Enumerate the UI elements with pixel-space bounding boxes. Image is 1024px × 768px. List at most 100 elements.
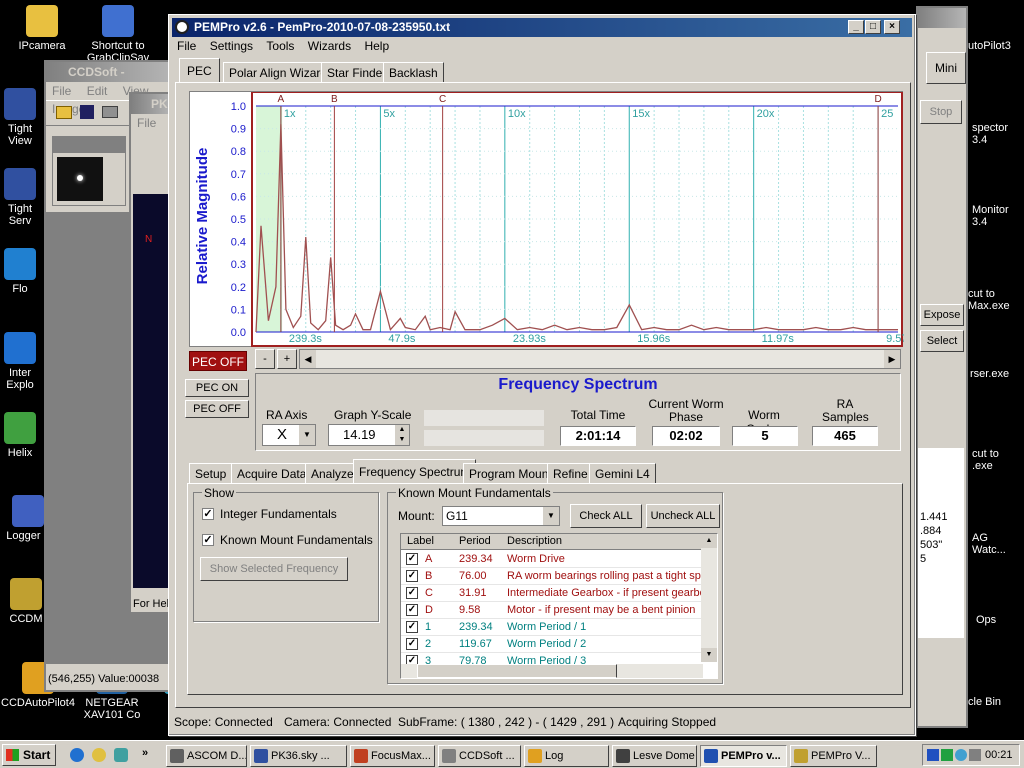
select-button[interactable]: Select xyxy=(920,330,964,352)
row-checkbox[interactable]: ✓ xyxy=(406,621,418,633)
desktop-icon[interactable]: Shortcut to GrabClipSav xyxy=(78,5,158,64)
spectrum-chart[interactable]: 0.0 0.1 0.2 0.3 0.4 0.5 0.6 0.7 0.8 0.9 1.0 A B C D 1x 5… xyxy=(190,92,904,348)
more-quicklaunch-icon[interactable]: » xyxy=(142,747,148,759)
ccdsoft-title[interactable]: CCDSoft - PemPro xyxy=(46,62,172,99)
spin-down-icon[interactable]: ▼ xyxy=(395,435,409,445)
header-description[interactable]: Description xyxy=(507,534,562,549)
close-button[interactable]: × xyxy=(884,20,900,34)
tray-icon-4[interactable] xyxy=(969,749,981,761)
show-selected-frequency-button[interactable]: Show Selected Frequency xyxy=(200,557,348,581)
row-checkbox[interactable]: ✓ xyxy=(406,553,418,565)
uncheck-all-button[interactable]: Uncheck ALL xyxy=(646,504,720,528)
list-item[interactable]: ✓ C 31.91 Intermediate Gearbox - if present… xyxy=(401,585,711,602)
tray-icon-1[interactable] xyxy=(927,749,939,761)
menu-file[interactable]: File xyxy=(177,39,196,53)
scroll-up-icon[interactable]: ▲ xyxy=(701,534,717,548)
menu-tools[interactable]: Tools xyxy=(266,39,294,53)
minimize-button[interactable]: _ xyxy=(848,20,864,34)
print-icon[interactable] xyxy=(102,106,118,118)
known-mount-fundamentals-label[interactable]: Known Mount Fundamentals xyxy=(220,533,373,547)
hscroll-thumb[interactable] xyxy=(417,664,617,678)
tab-frequency-spectrum[interactable]: Frequency Spectrum xyxy=(353,459,477,484)
tab-polar-align-wizard[interactable]: Polar Align Wizard xyxy=(223,62,334,83)
list-hscrollbar[interactable] xyxy=(401,664,703,678)
mini-button[interactable]: Mini xyxy=(926,52,966,84)
tab-acquire-data[interactable]: Acquire Data xyxy=(231,463,313,484)
ccdsoft-menu-file[interactable]: File xyxy=(52,84,71,98)
taskbar-button[interactable]: PK36.sky ... xyxy=(250,745,347,767)
tab-gemini-l4[interactable]: Gemini L4 xyxy=(589,463,656,484)
expose-button[interactable]: Expose xyxy=(920,304,964,326)
scroll-down-icon[interactable]: ▼ xyxy=(701,648,717,662)
tab-program-mount[interactable]: Program Mount xyxy=(463,463,558,484)
start-button[interactable]: Start xyxy=(2,744,56,766)
save-icon[interactable] xyxy=(80,105,94,119)
tab-backlash[interactable]: Backlash xyxy=(383,62,444,83)
graph-yscale-spin[interactable]: 14.19 ▲ ▼ xyxy=(328,424,410,446)
taskbar-button[interactable]: Log xyxy=(524,745,609,767)
menu-settings[interactable]: Settings xyxy=(210,39,253,53)
tab-star-finder[interactable]: Star Finder xyxy=(321,62,393,83)
app-quicklaunch-icon[interactable] xyxy=(114,748,128,762)
pk-window[interactable]: PK3 File N For Hel xyxy=(129,92,174,614)
taskbar-button[interactable]: CCDSoft ... xyxy=(438,745,521,767)
taskbar-button[interactable]: PEMPro v... xyxy=(700,745,787,767)
header-label[interactable]: Label xyxy=(407,534,434,549)
desktop-icon-label[interactable]: cle Bin xyxy=(968,696,1024,708)
taskbar-button[interactable]: PEMPro V... xyxy=(790,745,877,767)
scroll-plus-button[interactable]: + xyxy=(277,349,297,369)
scroll-minus-button[interactable]: - xyxy=(255,349,275,369)
scroll-left-icon[interactable]: ◀ xyxy=(300,350,316,368)
list-item[interactable]: ✓ 2 119.67 Worm Period / 2 xyxy=(401,636,701,653)
fundamentals-list[interactable]: Label Period Description ✓ A 239.34 Worm Dr… xyxy=(400,533,718,679)
right-window-title[interactable] xyxy=(918,8,966,28)
menu-wizards[interactable]: Wizards xyxy=(308,39,351,53)
pk-title[interactable]: PK3 xyxy=(131,94,174,114)
right-window-back[interactable]: Mini Stop Expose Select 1.441 .884 503" … xyxy=(916,6,968,728)
row-checkbox[interactable]: ✓ xyxy=(406,604,418,616)
desktop-icon-label[interactable]: Monitor 3.4 xyxy=(972,204,1024,228)
integer-fundamentals-checkbox[interactable]: ✓ xyxy=(202,508,214,520)
check-all-button[interactable]: Check ALL xyxy=(570,504,642,528)
tab-pec[interactable]: PEC xyxy=(179,58,220,83)
pk-menu-file[interactable]: File xyxy=(137,116,156,130)
ie-quicklaunch-icon[interactable] xyxy=(70,748,84,762)
tray-icon-3[interactable] xyxy=(955,749,967,761)
desktop-icon-label[interactable]: spector 3.4 xyxy=(972,122,1024,146)
row-checkbox[interactable]: ✓ xyxy=(406,587,418,599)
desktop-icon-label[interactable]: Ops xyxy=(976,614,1024,626)
ra-axis-select[interactable]: X ▼ xyxy=(262,424,316,446)
taskbar-button[interactable]: FocusMax... xyxy=(350,745,435,767)
taskbar-button[interactable]: Lesve Dome xyxy=(612,745,697,767)
safari-quicklaunch-icon[interactable] xyxy=(92,748,106,762)
row-checkbox[interactable]: ✓ xyxy=(406,638,418,650)
desktop-icon-label[interactable]: cut to Max.exe xyxy=(968,288,1024,312)
open-folder-icon[interactable] xyxy=(56,106,72,119)
spin-up-icon[interactable]: ▲ xyxy=(395,425,409,435)
clock[interactable]: 00:21 xyxy=(985,745,1013,765)
tab-refine[interactable]: Refine xyxy=(547,463,594,484)
list-item[interactable]: ✓ A 239.34 Worm Drive xyxy=(401,551,701,568)
tray-icon-2[interactable] xyxy=(941,749,953,761)
integer-fundamentals-label[interactable]: Integer Fundamentals xyxy=(220,507,337,521)
list-item[interactable]: ✓ 1 239.34 Worm Period / 1 xyxy=(401,619,701,636)
taskbar-button[interactable]: ASCOM D... xyxy=(166,745,247,767)
row-checkbox[interactable]: ✓ xyxy=(406,570,418,582)
chevron-down-icon[interactable]: ▼ xyxy=(299,425,315,445)
graph-yscale-value[interactable]: 14.19 xyxy=(343,427,376,442)
desktop-icon-label[interactable]: utoPilot3 xyxy=(968,40,1024,52)
header-period[interactable]: Period xyxy=(459,534,491,549)
desktop-icon[interactable]: IPcamera xyxy=(2,5,82,52)
tab-setup[interactable]: Setup xyxy=(189,463,233,484)
pec-on-button[interactable]: PEC ON xyxy=(185,379,249,397)
tab-analyze[interactable]: Analyze xyxy=(305,463,360,484)
desktop-icon-label[interactable]: cut to .exe xyxy=(972,448,1024,472)
mount-select[interactable]: G11 ▼ xyxy=(442,506,560,526)
desktop-icon-label[interactable]: AG Watc... xyxy=(972,532,1024,556)
list-item[interactable]: ✓ D 9.58 Motor - if present may be a bent p… xyxy=(401,602,701,619)
maximize-button[interactable]: □ xyxy=(865,20,881,34)
desktop-icon-label[interactable]: rser.exe xyxy=(970,368,1024,380)
pempro-title-bar[interactable]: PEMPro v2.6 - PemPro-2010-07-08-235950.t… xyxy=(172,18,912,37)
chevron-down-icon[interactable]: ▼ xyxy=(543,507,559,525)
pec-off-button[interactable]: PEC OFF xyxy=(185,400,249,418)
